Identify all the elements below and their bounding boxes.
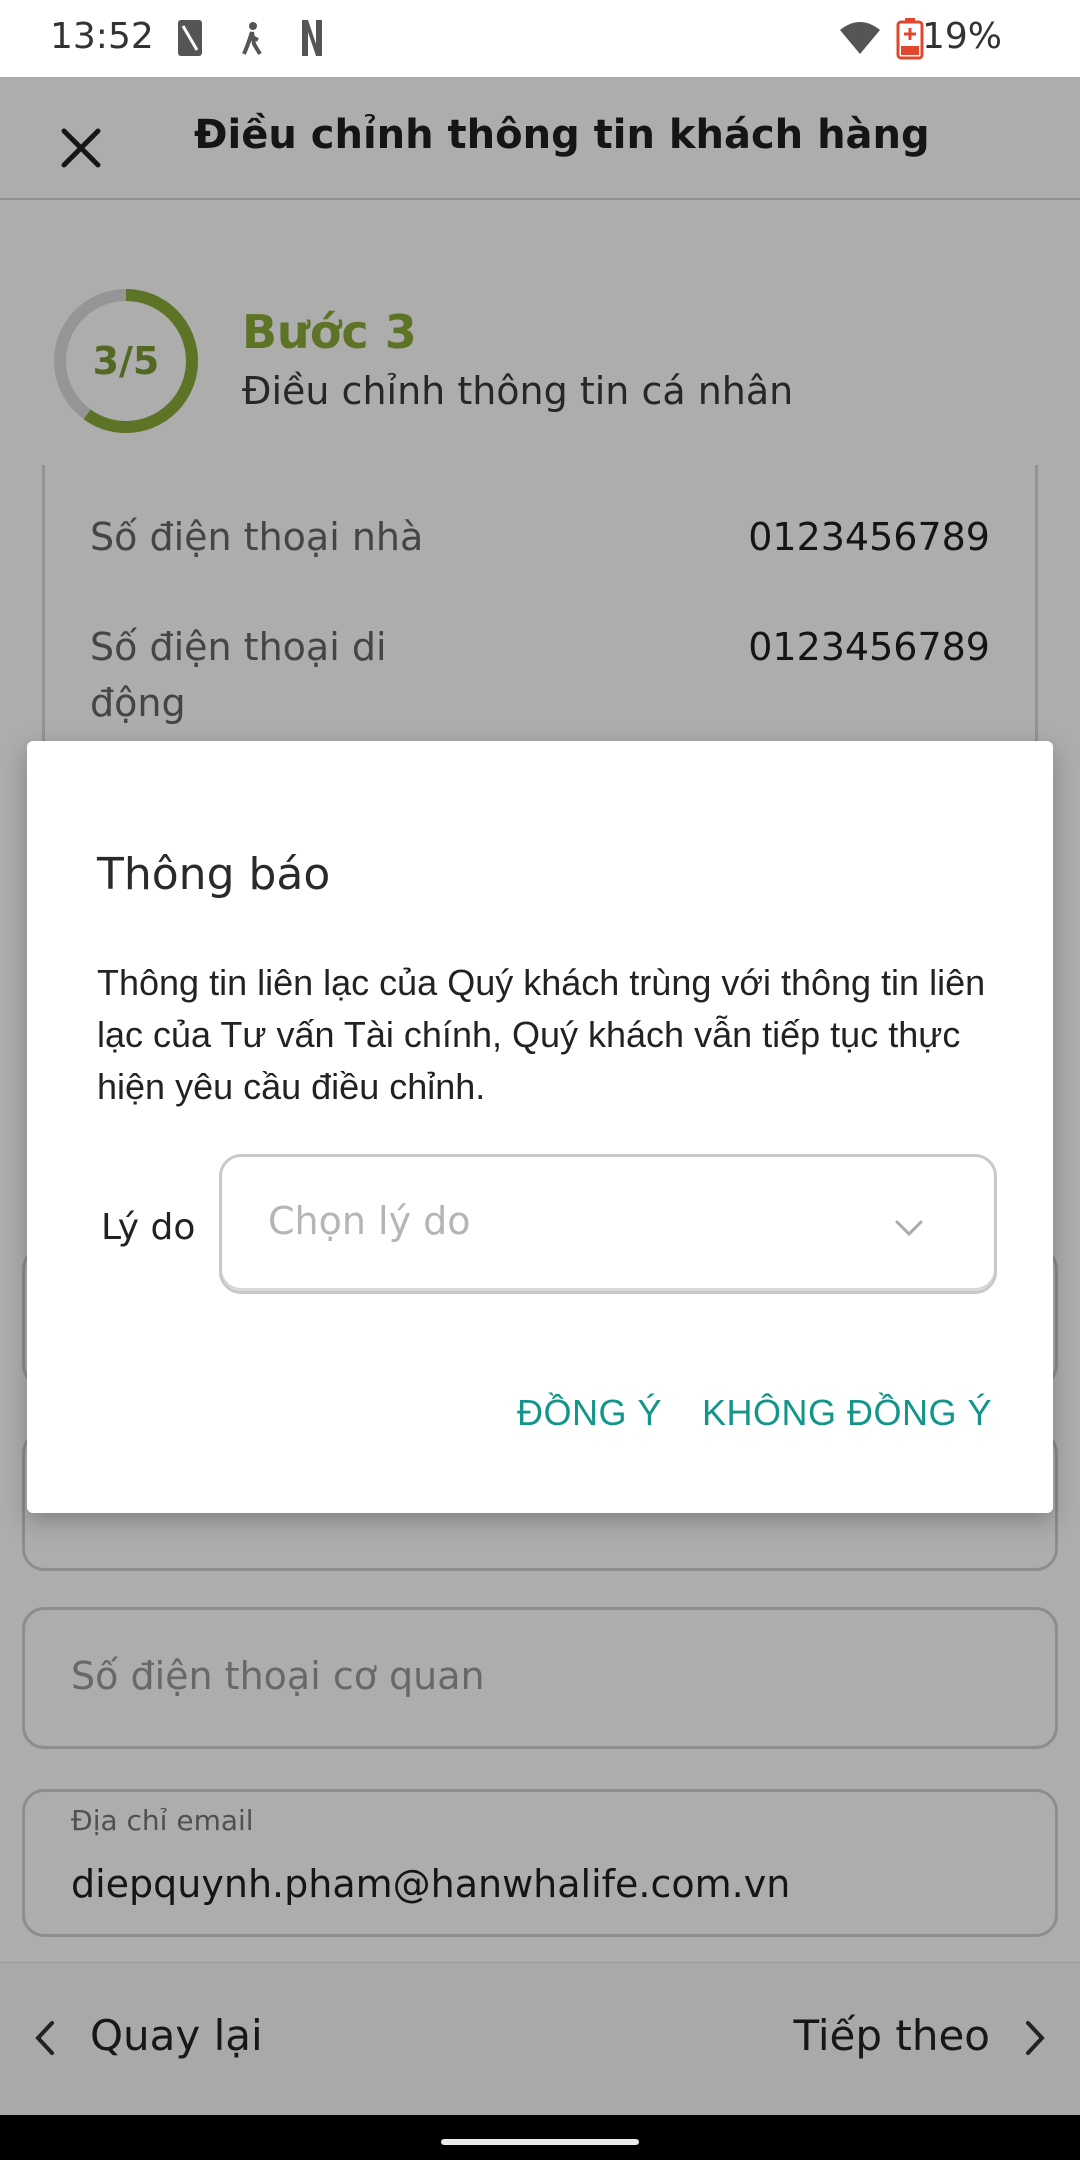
netflix-icon <box>298 18 326 62</box>
notification-dialog: Thông báo Thông tin liên lạc của Quý khá… <box>27 741 1053 1513</box>
person-walking-icon <box>240 18 264 62</box>
dialog-message: Thông tin liên lạc của Quý khách trùng v… <box>97 962 986 1107</box>
chevron-down-icon <box>892 1211 926 1245</box>
sim-card-icon <box>176 18 204 62</box>
reason-select[interactable]: Chọn lý do <box>219 1154 997 1294</box>
reason-placeholder: Chọn lý do <box>268 1199 471 1243</box>
disagree-button[interactable]: KHÔNG ĐỒNG Ý <box>702 1392 992 1434</box>
status-time: 13:52 <box>50 16 154 57</box>
battery-percent: 19% <box>921 16 1002 57</box>
status-bar: 13:52 19% <box>0 0 1080 77</box>
system-nav-bar <box>0 2115 1080 2160</box>
battery-low-icon <box>896 18 924 64</box>
wifi-icon <box>838 20 882 60</box>
reason-label: Lý do <box>101 1207 196 1248</box>
dialog-title: Thông báo <box>97 849 331 900</box>
home-gesture-handle[interactable] <box>441 2139 639 2145</box>
agree-button[interactable]: ĐỒNG Ý <box>517 1392 662 1434</box>
